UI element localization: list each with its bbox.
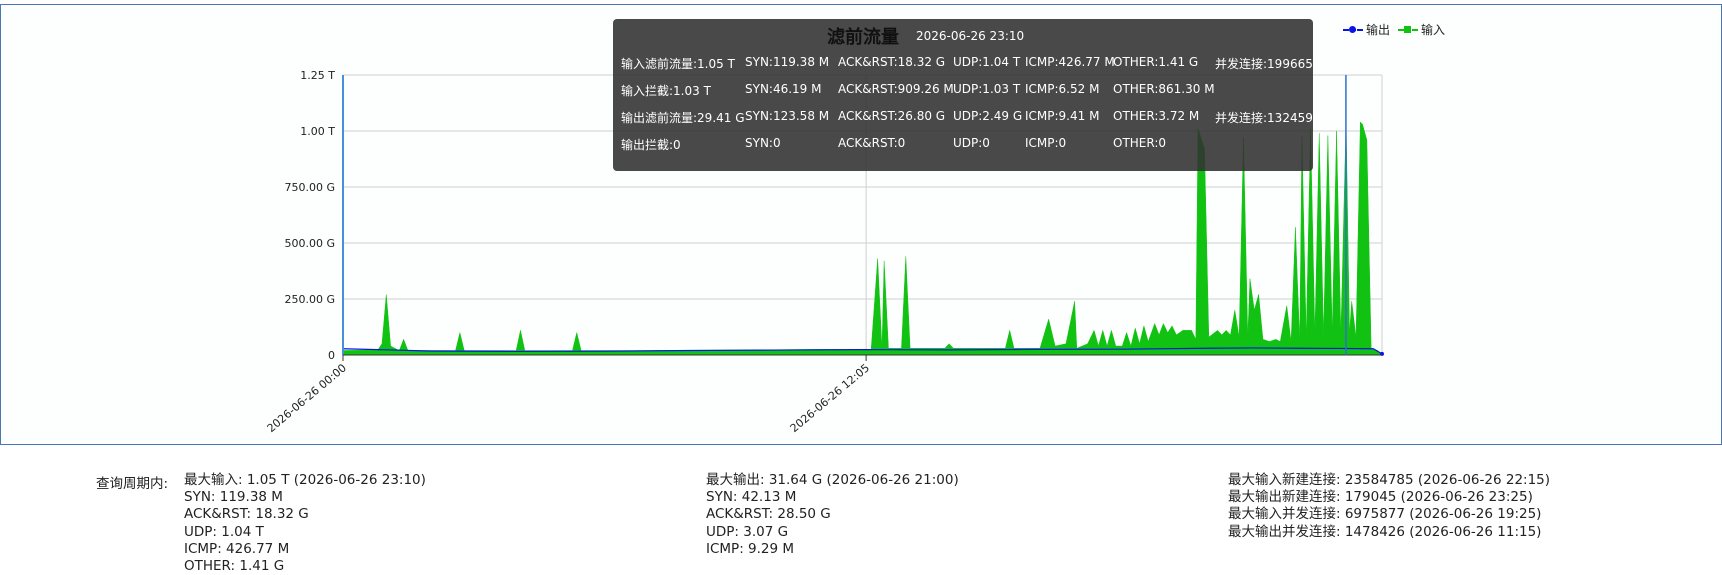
query-period-label: 查询周期内: (96, 476, 169, 492)
tooltip-title: 滤前流量 (827, 27, 899, 48)
summary-line: 最大输出并发连接: 1478426 (2026-06-26 11:15) (1228, 523, 1542, 540)
tooltip-cell: UDP:1.04 T (953, 55, 1021, 69)
summary-line: 最大输入新建连接: 23584785 (2026-06-26 22:15) (1228, 472, 1551, 488)
tooltip-cell: 并发连接:1324590 (1215, 111, 1321, 125)
tooltip-cell: ACK&RST:18.32 G (838, 55, 946, 69)
y-tick-label: 500.00 G (284, 237, 335, 250)
y-tick-label: 750.00 G (284, 181, 335, 194)
tooltip-cell: ICMP:9.41 M (1025, 109, 1100, 123)
summary-output-column: 最大输出: 31.64 G (2026-06-26 21:00) SYN: 42.… (706, 472, 959, 558)
legend-label-output: 输出 (1366, 23, 1391, 37)
x-tick-label: 2026-06-26 12:05 (788, 361, 872, 435)
tooltip-cell: 输入拦截:1.03 T (621, 84, 711, 98)
summary-line: OTHER: 1.41 G (184, 558, 285, 575)
output-marker-icon (1343, 25, 1363, 35)
chart-panel: 0 250.00 G 500.00 G 750.00 G 1.00 T 1.25 T 202… (0, 4, 1722, 445)
tooltip-cell: OTHER:3.72 M (1113, 109, 1200, 123)
tooltip-cell: SYN:46.19 M (745, 82, 822, 96)
summary-line: ACK&RST: 18.32 G (184, 506, 309, 523)
legend: 输出 输入 (1343, 21, 1445, 38)
summary-line: 最大输入: 1.05 T (2026-06-26 23:10) (184, 472, 426, 488)
x-tick-label: 2026-06-26 00:00 (265, 361, 349, 435)
tooltip-cell: OTHER:0 (1113, 136, 1167, 150)
tooltip-cell: OTHER:861.30 M (1113, 82, 1215, 96)
tooltip-cell: SYN:0 (745, 136, 781, 150)
tooltip-cell: ICMP:426.77 M (1025, 55, 1115, 69)
summary-line: ACK&RST: 28.50 G (706, 506, 831, 523)
y-tick-label: 0 (328, 349, 335, 362)
tooltip-cell: UDP:0 (953, 136, 990, 150)
tooltip-cell: SYN:123.58 M (745, 109, 830, 123)
tooltip-cell: ACK&RST:26.80 G (838, 109, 946, 123)
input-marker-icon (1398, 25, 1419, 35)
tooltip-time: 2026-06-26 23:10 (916, 29, 1025, 43)
summary-line: SYN: 42.13 M (706, 489, 797, 506)
y-tick-label: 1.00 T (300, 125, 335, 138)
summary-connection-column: 最大输入新建连接: 23584785 (2026-06-26 22:15) 最大输… (1228, 472, 1550, 541)
tooltip-cell: SYN:119.38 M (745, 55, 830, 69)
summary-line: UDP: 1.04 T (184, 523, 264, 540)
y-tick-label: 250.00 G (284, 293, 335, 306)
chart-tooltip: 滤前流量 2026-06-26 23:10 输入滤前流量:1.05 T SYN:1… (613, 19, 1321, 171)
tooltip-cell: 输出滤前流量:29.41 G (621, 111, 745, 125)
tooltip-cell: 输入滤前流量:1.05 T (621, 57, 735, 71)
legend-item-input[interactable]: 输入 (1398, 21, 1445, 38)
legend-item-output[interactable]: 输出 (1343, 21, 1390, 38)
summary-line: 最大输入并发连接: 6975877 (2026-06-26 19:25) (1228, 506, 1542, 523)
tooltip-cell: ICMP:6.52 M (1025, 82, 1100, 96)
tooltip-cell: UDP:2.49 G (953, 109, 1023, 123)
tooltip-cell: ICMP:0 (1025, 136, 1067, 150)
summary-line: UDP: 3.07 G (706, 523, 789, 540)
summary-line: 最大输出新建连接: 179045 (2026-06-26 23:25) (1228, 489, 1533, 506)
summary-line: 最大输出: 31.64 G (2026-06-26 21:00) (706, 472, 959, 488)
tooltip-cell: OTHER:1.41 G (1113, 55, 1199, 69)
summary-line: ICMP: 426.77 M (184, 540, 290, 557)
tooltip-cell: UDP:1.03 T (953, 82, 1021, 96)
summary-input-column: 最大输入: 1.05 T (2026-06-26 23:10) SYN: 119.… (184, 472, 426, 575)
summary-line: ICMP: 9.29 M (706, 540, 795, 557)
legend-label-input: 输入 (1421, 23, 1446, 37)
tooltip-cell: ACK&RST:909.26 M (838, 82, 954, 96)
tooltip-cell: ACK&RST:0 (838, 136, 906, 150)
tooltip-cell: 输出拦截:0 (621, 138, 681, 152)
y-tick-label: 1.25 T (300, 69, 335, 82)
tooltip-cell: 并发连接:1996650 (1215, 57, 1321, 71)
summary-line: SYN: 119.38 M (184, 489, 283, 506)
